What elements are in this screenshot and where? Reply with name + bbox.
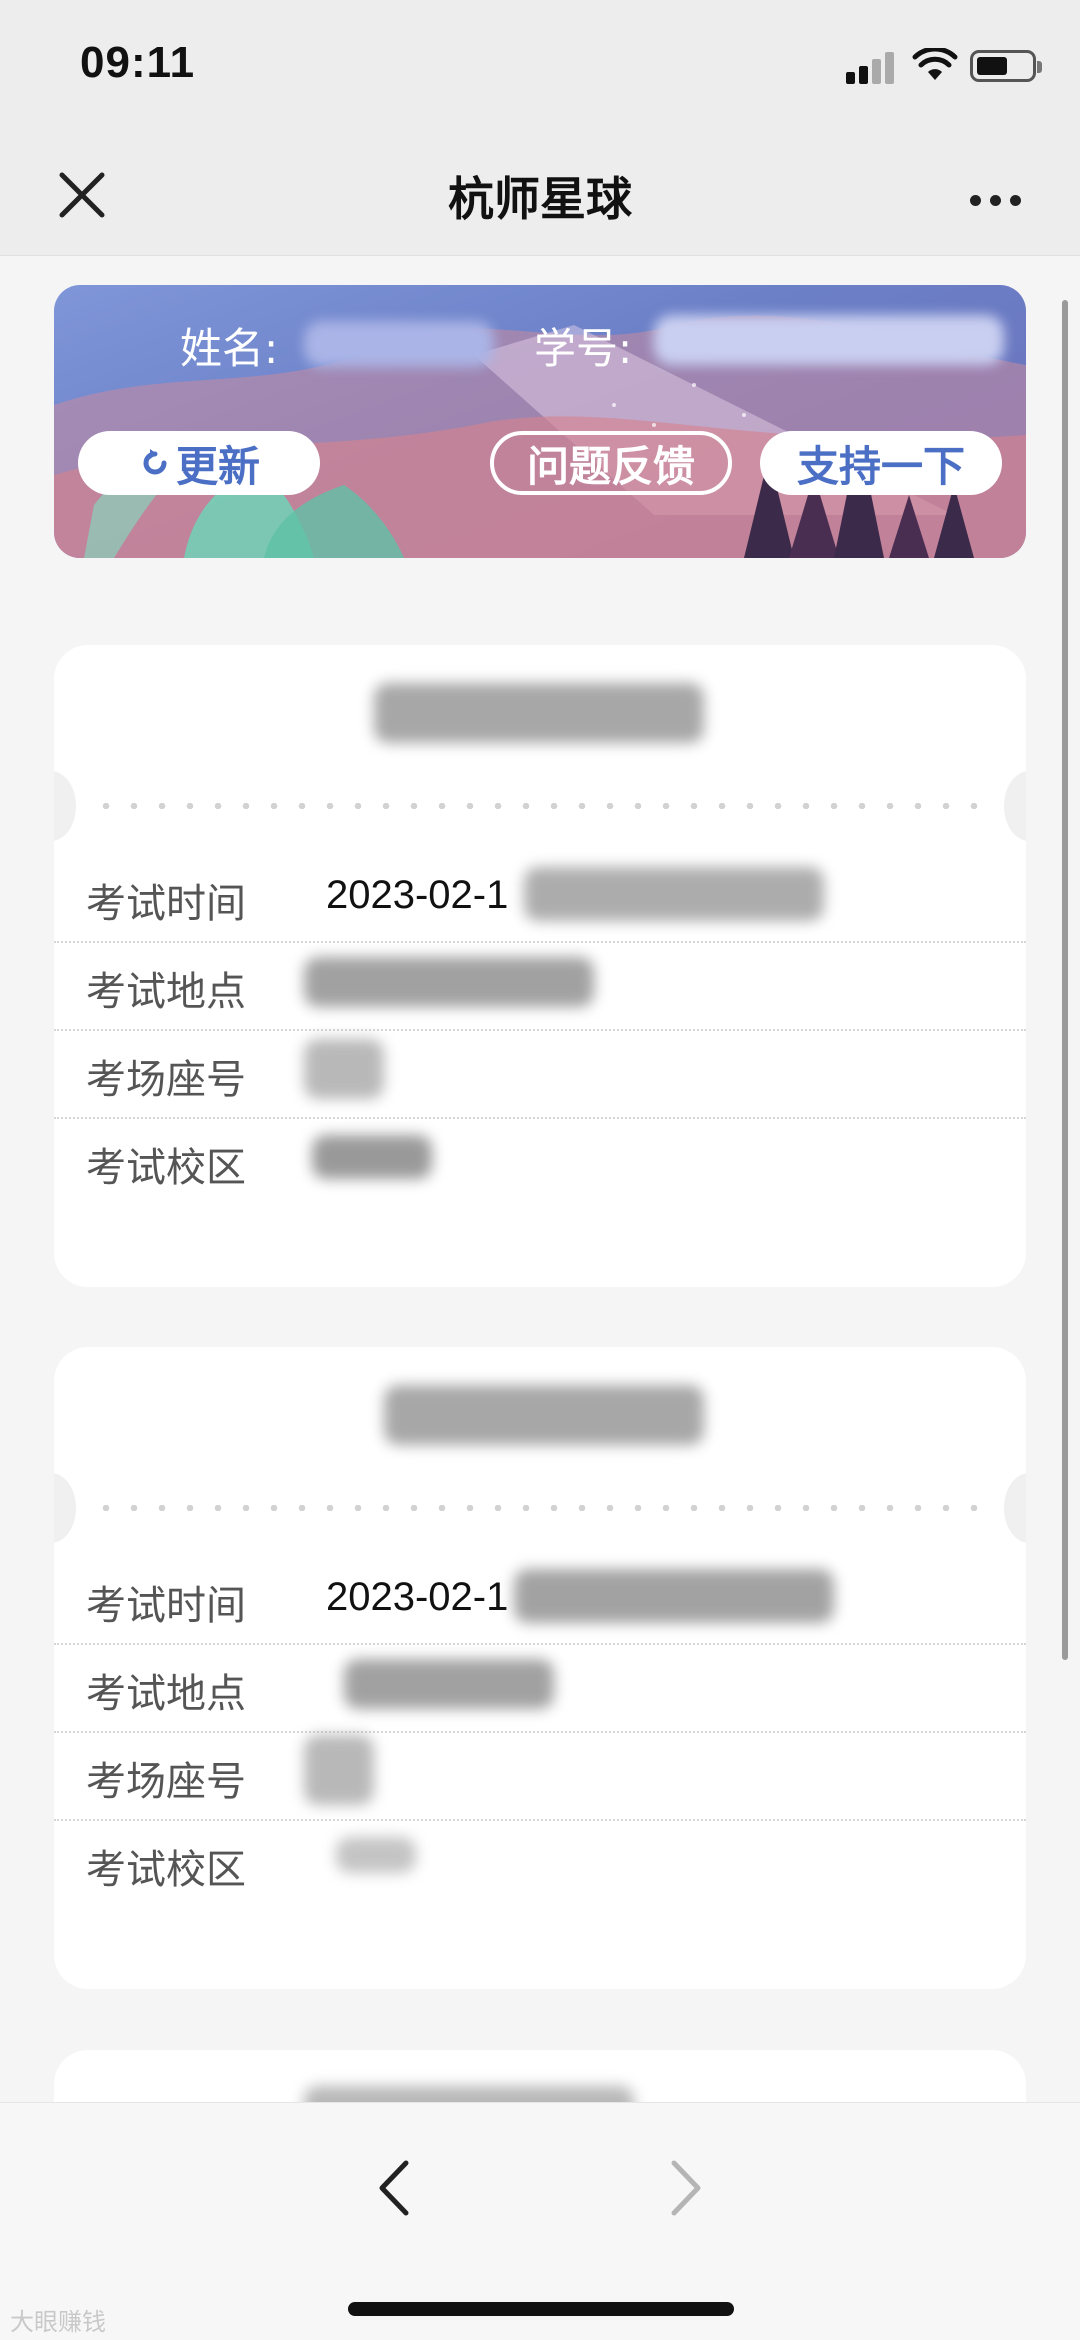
row-key: 考场座号 [86,1057,246,1103]
row-key: 考试校区 [86,1145,246,1191]
wifi-icon [912,48,958,80]
home-indicator[interactable] [348,2302,734,2316]
back-arrow-icon[interactable] [360,2143,430,2233]
exam-row-seat: 考场座号 [54,1731,1026,1821]
nav-bar: 杭师星球 [0,135,1080,256]
battery-icon [970,50,1042,82]
row-key: 考试地点 [86,1671,246,1717]
exam-title-redacted [374,683,704,743]
exam-row-campus: 考试校区 [54,1117,1026,1205]
exam-title-redacted [384,1385,704,1445]
name-label: 姓名: [180,324,279,373]
student-id-value-redacted [654,315,1004,365]
row-key: 考试校区 [86,1847,246,1893]
forward-arrow-icon[interactable] [650,2143,720,2233]
exam-row-location: 考试地点 [54,941,1026,1031]
profile-banner: 姓名: 学号: 更新 问题反馈 支持一下 [54,285,1026,558]
status-bar: 09:11 [0,0,1080,135]
page-title: 杭师星球 [448,172,632,226]
refresh-button[interactable]: 更新 [78,431,320,495]
row-key: 考试时间 [86,881,246,927]
exam-row-seat: 考场座号 [54,1029,1026,1119]
dotted-divider [92,1505,988,1511]
ticket-notch-right [1004,1473,1026,1543]
row-value: 2023-02-1 [326,873,509,917]
student-id-label: 学号: [534,324,633,373]
refresh-label: 更新 [175,441,260,491]
status-time: 09:11 [80,38,196,87]
support-button[interactable]: 支持一下 [760,431,1002,495]
name-value-redacted [304,321,494,367]
dotted-divider [92,803,988,809]
row-key: 考试地点 [86,969,246,1015]
exam-card: 考试时间 2023-02-1 考试地点 考场座号 考试校区 [54,1347,1026,1989]
exam-card: 考试时间 2023-02-1 考试地点 考场座号 考试校区 [54,645,1026,1287]
ticket-notch-right [1004,771,1026,841]
watermark: 大眼赚钱 [10,2308,106,2336]
ticket-notch-left [54,1473,76,1543]
scrollbar[interactable] [1062,300,1068,1660]
exam-row-time: 考试时间 2023-02-1 [54,1555,1026,1645]
exam-row-campus: 考试校区 [54,1819,1026,1907]
cellular-signal-icon [846,50,896,84]
feedback-button[interactable]: 问题反馈 [490,431,732,495]
more-icon[interactable] [970,191,1030,210]
refresh-icon [143,449,167,475]
exam-row-time: 考试时间 2023-02-1 [54,853,1026,943]
row-key: 考试时间 [86,1583,246,1629]
ticket-notch-left [54,771,76,841]
row-value: 2023-02-1 [326,1575,509,1619]
row-key: 考场座号 [86,1759,246,1805]
exam-row-location: 考试地点 [54,1643,1026,1733]
